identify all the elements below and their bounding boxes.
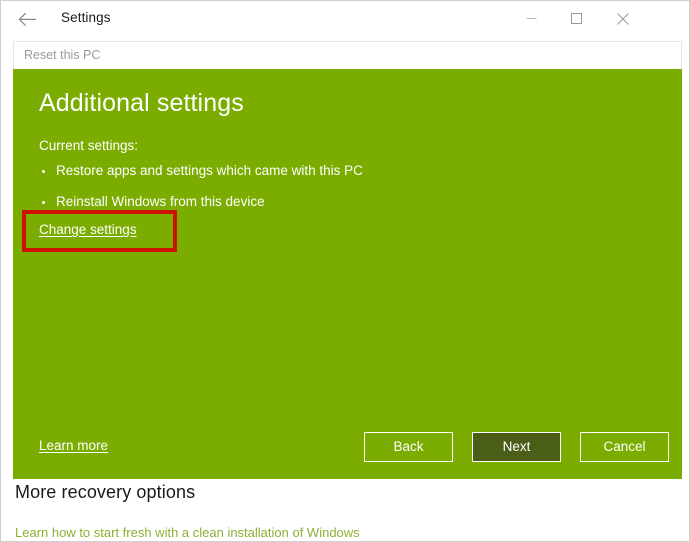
title-bar: Settings	[2, 2, 689, 35]
window-title: Settings	[61, 10, 111, 25]
list-item: Reinstall Windows from this device	[39, 194, 363, 210]
reset-this-pc-field[interactable]: Reset this PC	[13, 41, 682, 69]
clean-install-link[interactable]: Learn how to start fresh with a clean in…	[15, 525, 360, 540]
additional-settings-panel: Additional settings Current settings: Re…	[13, 69, 682, 479]
change-settings-link[interactable]: Change settings	[39, 222, 137, 237]
page-title: Additional settings	[39, 89, 244, 117]
minimize-icon[interactable]	[509, 3, 554, 34]
back-arrow-icon[interactable]	[10, 6, 44, 32]
more-recovery-options-heading: More recovery options	[15, 482, 196, 502]
settings-window: Settings Reset this PC Additional settin…	[0, 0, 690, 542]
current-settings-label: Current settings:	[39, 138, 139, 153]
next-button[interactable]: Next	[472, 432, 561, 462]
close-icon[interactable]	[600, 3, 645, 34]
reset-this-pc-label: Reset this PC	[24, 48, 101, 62]
back-button[interactable]: Back	[364, 432, 453, 462]
maximize-icon[interactable]	[554, 3, 599, 34]
cancel-button[interactable]: Cancel	[580, 432, 669, 462]
learn-more-link[interactable]: Learn more	[39, 438, 108, 453]
list-item: Restore apps and settings which came wit…	[39, 163, 363, 179]
